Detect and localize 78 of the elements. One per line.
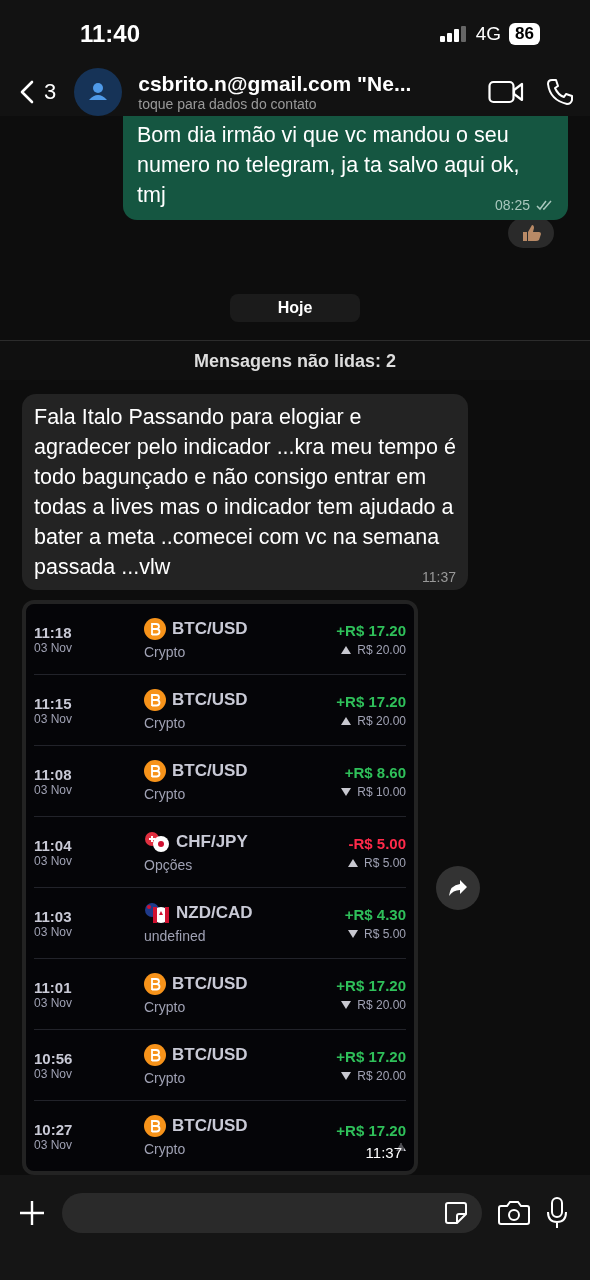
- trade-date: 03 Nov: [34, 1066, 74, 1081]
- avatar-icon[interactable]: [74, 68, 123, 117]
- asset-name: BTC/USD: [172, 974, 248, 995]
- trade-date: 03 Nov: [34, 711, 74, 726]
- trade-date: 03 Nov: [34, 853, 74, 868]
- trade-result: +R$ 17.20: [336, 1121, 406, 1139]
- trade-stake: R$ 20.00: [357, 713, 406, 728]
- asset-name: BTC/USD: [172, 690, 248, 711]
- bitcoin-coin-icon: [144, 1115, 166, 1138]
- asset-category: Opções: [144, 857, 194, 874]
- trade-result: -R$ 5.00: [348, 834, 406, 852]
- trade-time: 11:04: [34, 836, 73, 854]
- asset-name: BTC/USD: [172, 1045, 248, 1066]
- trade-result: +R$ 17.20: [336, 692, 406, 710]
- flag-pair-icon: [144, 902, 170, 925]
- asset-category: Crypto: [144, 999, 187, 1016]
- image-message[interactable]: [22, 600, 418, 1176]
- asset-category: Crypto: [144, 1141, 187, 1158]
- trade-date: 03 Nov: [34, 640, 74, 655]
- trade-time: 11:18: [34, 623, 73, 641]
- sticker-icon[interactable]: [444, 1200, 468, 1225]
- camera-icon[interactable]: [498, 1199, 530, 1226]
- trade-result: +R$ 17.20: [336, 1047, 406, 1065]
- trade-time: 11:08: [34, 765, 73, 783]
- network-label: 4G: [475, 23, 502, 46]
- trade-date: 03 Nov: [34, 782, 74, 797]
- forward-button[interactable]: [436, 865, 480, 910]
- trade-date: 03 Nov: [34, 995, 74, 1010]
- asset-category: Crypto: [144, 644, 187, 661]
- trade-date: 03 Nov: [34, 924, 74, 939]
- trade-stake: R$ 5.00: [363, 926, 406, 941]
- status-time: 11:40: [80, 20, 141, 49]
- received-message: Fala Italo Passando para elogiar e agradecer pelo indicador ...kra meu tempo é todo bagunçado e não consigo entrar em todas a lives mas o indicador tem ajudado a bater a meta ..comecei com vc na semana passada ...vlw 11:37: [22, 394, 468, 591]
- bitcoin-coin-icon: [144, 1044, 166, 1067]
- asset-category: Crypto: [144, 786, 187, 803]
- bitcoin-coin-icon: [144, 760, 166, 783]
- bitcoin-coin-icon: [144, 618, 166, 641]
- trade-time: 10:27: [34, 1120, 74, 1138]
- video-call-icon[interactable]: [488, 80, 524, 105]
- asset-category: undefined: [144, 928, 207, 945]
- trade-result: +R$ 8.60: [344, 763, 406, 781]
- trade-stake: R$ 20.00: [357, 642, 406, 657]
- asset-category: Crypto: [144, 715, 187, 732]
- signal-icon: [439, 26, 468, 43]
- contact-subtitle[interactable]: toque para dados do contato: [138, 96, 476, 113]
- trade-stake: R$ 20.00: [357, 1068, 406, 1083]
- trade-time: 11:03: [34, 907, 73, 925]
- bitcoin-coin-icon: [144, 973, 166, 996]
- trade-date: 03 Nov: [34, 1137, 74, 1152]
- asset-name: NZD/CAD: [176, 903, 253, 924]
- add-icon[interactable]: [18, 1198, 46, 1227]
- currency-pair-icon: [144, 831, 170, 854]
- back-icon[interactable]: [20, 80, 34, 105]
- trade-result: +R$ 17.20: [336, 621, 406, 639]
- trade-stake: R$ 10.00: [357, 784, 406, 799]
- thumbs-up-reaction-icon[interactable]: [508, 218, 554, 249]
- trade-result: +R$ 17.20: [336, 976, 406, 994]
- battery-indicator: 86: [509, 23, 540, 46]
- trade-time: 11:15: [34, 694, 73, 712]
- trade-stake: R$ 5.00: [363, 855, 406, 870]
- trade-time: 10:56: [34, 1049, 74, 1067]
- asset-name: BTC/USD: [172, 761, 248, 782]
- asset-name: CHF/JPY: [176, 832, 248, 853]
- forward-icon[interactable]: [448, 878, 468, 897]
- asset-category: Crypto: [144, 1070, 187, 1087]
- phone-call-icon[interactable]: [546, 78, 574, 107]
- asset-name: BTC/USD: [172, 1116, 248, 1137]
- trade-time: 11:01: [34, 978, 73, 996]
- asset-name: BTC/USD: [172, 619, 248, 640]
- microphone-icon[interactable]: [546, 1196, 568, 1229]
- bitcoin-coin-icon: [144, 689, 166, 712]
- message-input[interactable]: [62, 1192, 482, 1233]
- contact-name[interactable]: csbrito.n@gmail.com "Ne...: [138, 72, 476, 97]
- trade-result: +R$ 4.30: [344, 905, 406, 923]
- trade-stake: R$ 20.00: [357, 997, 406, 1012]
- sent-message: Bom dia irmão vi que vc mandou o seu numero no telegram, ja ta salvo aqui ok, tmj 08:25: [123, 116, 568, 221]
- date-chip: Hoje: [229, 294, 361, 323]
- back-button[interactable]: 3: [16, 79, 63, 106]
